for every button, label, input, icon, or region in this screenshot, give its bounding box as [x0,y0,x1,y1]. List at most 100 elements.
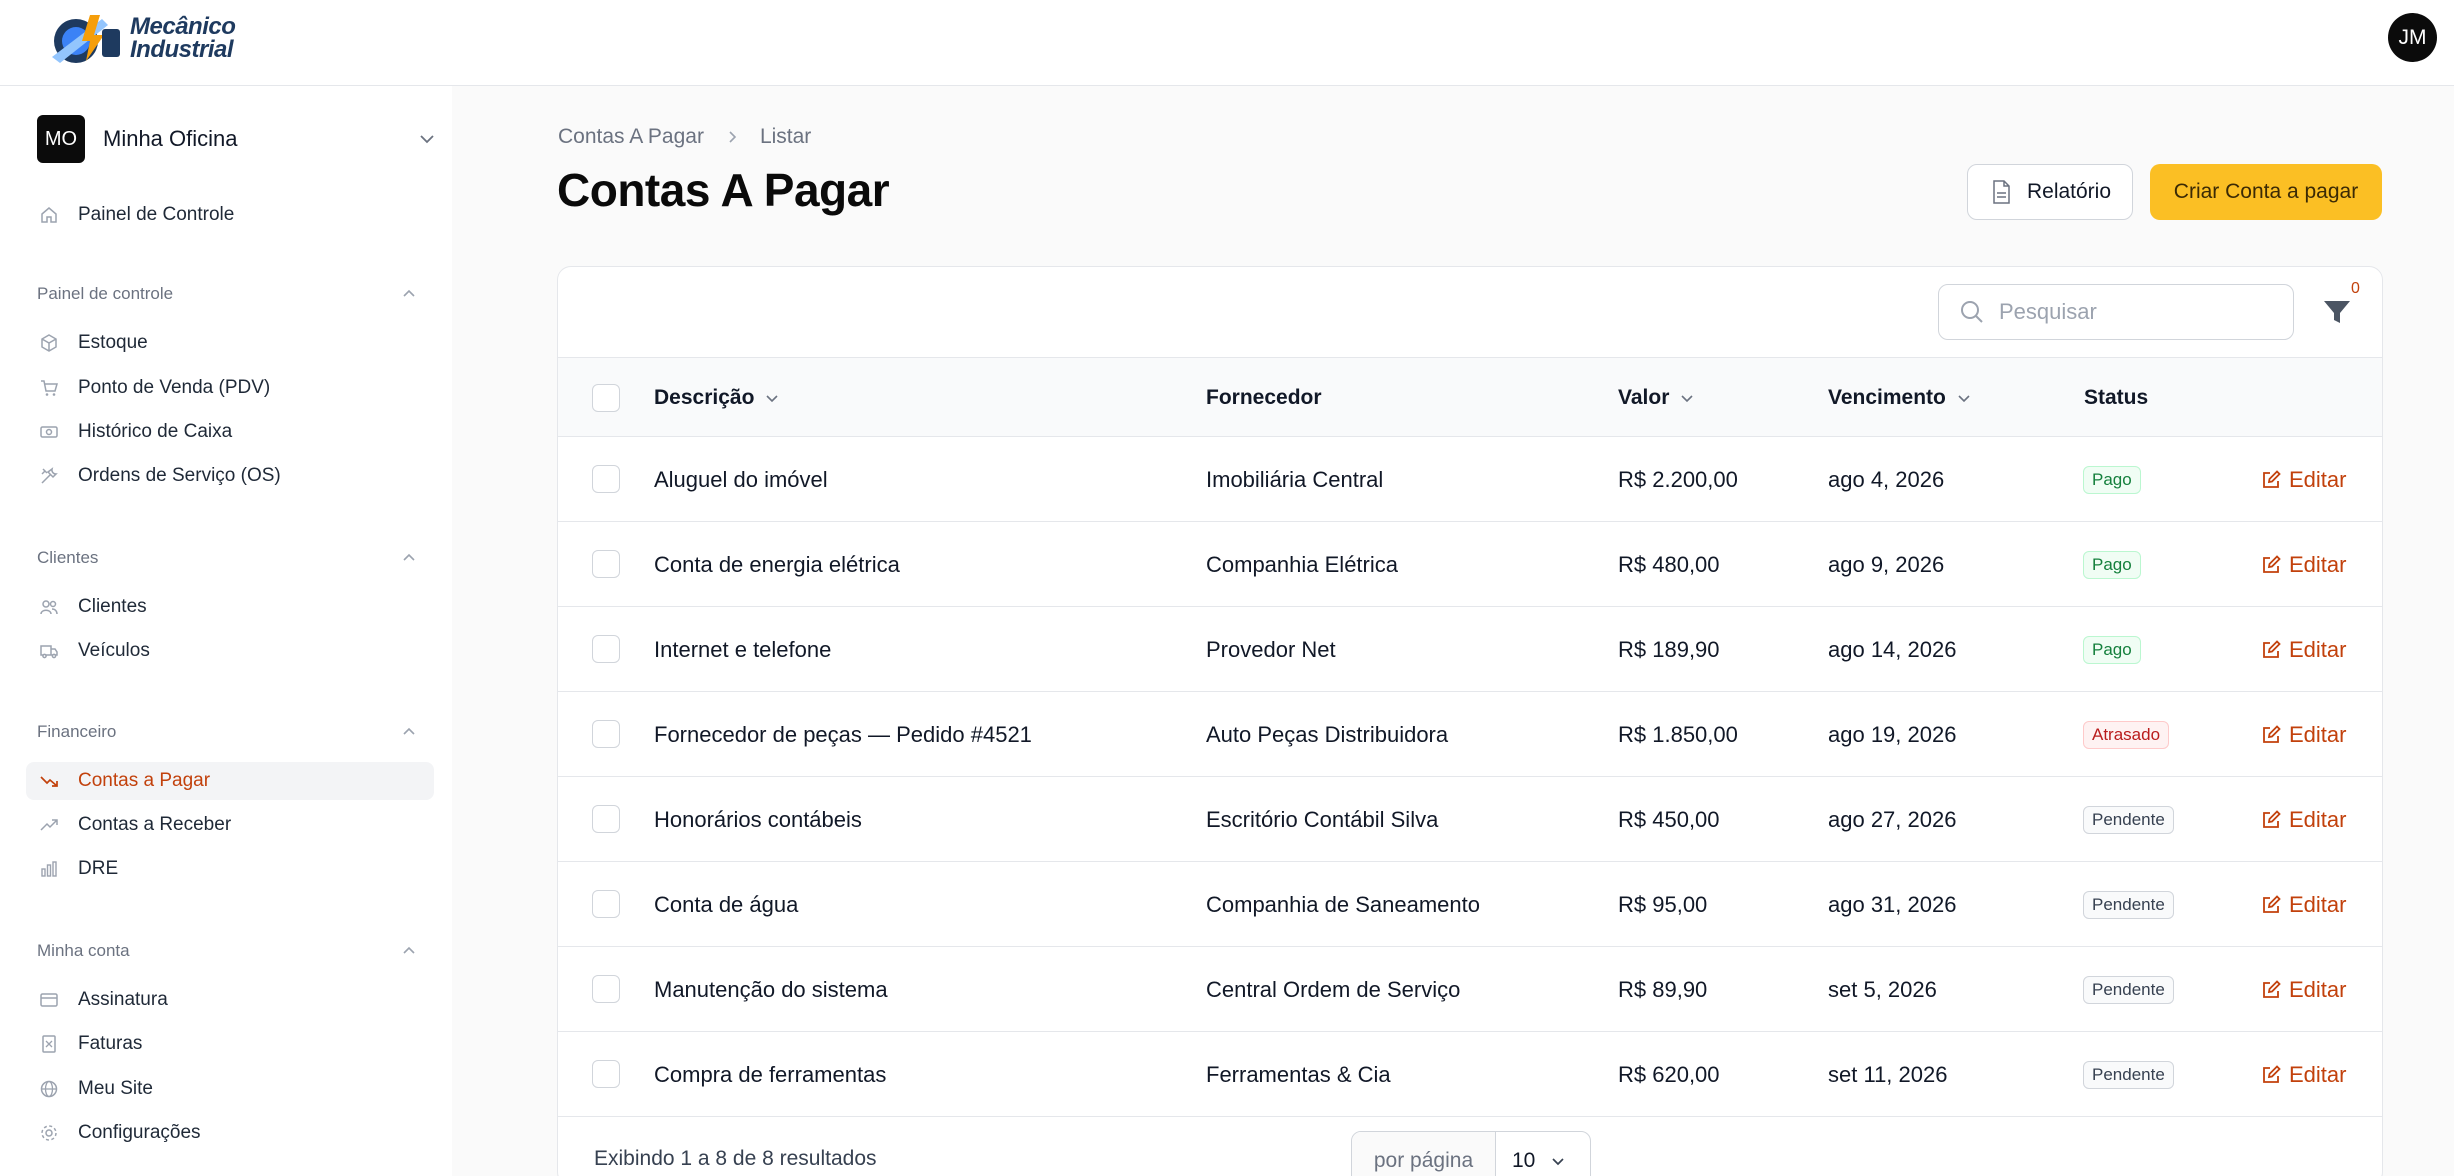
sidebar-item-ordens-servico[interactable]: Ordens de Serviço (OS) [26,457,434,495]
chevron-down-icon [766,395,778,403]
nav-group-minha-conta[interactable]: Minha conta [37,939,417,963]
table-row[interactable]: Honorários contábeis Escritório Contábil … [558,777,2382,862]
sidebar-item-estoque[interactable]: Estoque [26,324,434,362]
truck-icon [38,640,60,662]
sidebar-item-faturas[interactable]: Faturas [26,1025,434,1063]
bills-table-card: 0 Descrição Fornecedor Valor Vencimento … [557,266,2383,1176]
tenant-name: Minha Oficina [103,126,238,151]
sidebar-item-dre[interactable]: DRE [26,850,434,888]
table-header: Descrição Fornecedor Valor Vencimento St… [558,357,2382,438]
box-icon [38,332,60,354]
chevron-up-icon [403,289,415,297]
cell-vencimento: ago 14, 2026 [1828,636,1957,662]
tenant-switcher[interactable]: MO Minha Oficina [37,115,447,163]
cell-valor: R$ 480,00 [1618,551,1720,577]
cell-status: Pendente [2083,777,2174,862]
sidebar-item-label: Painel de Controle [78,204,235,225]
sidebar-item-historico-caixa[interactable]: Histórico de Caixa [26,413,434,451]
row-checkbox[interactable] [592,465,620,493]
sidebar-item-meu-site[interactable]: Meu Site [26,1070,434,1108]
cell-valor: R$ 1.850,00 [1618,721,1738,747]
table-row[interactable]: Internet e telefone Provedor Net R$ 189,90… [558,607,2382,692]
edit-label: Editar [2289,636,2347,662]
edit-button[interactable]: Editar [2261,607,2346,692]
logo-text: Mecânico Industrial [130,13,236,63]
status-badge: Pendente [2083,1060,2174,1089]
edit-label: Editar [2289,466,2347,492]
cell-status: Pago [2083,522,2141,607]
breadcrumb: Contas A Pagar Listar [558,125,811,149]
status-badge: Pago [2083,635,2141,664]
table-row[interactable]: Manutenção do sistema Central Ordem de Se… [558,947,2382,1032]
cell-vencimento: ago 27, 2026 [1828,806,1957,832]
row-checkbox[interactable] [592,805,620,833]
select-all-checkbox[interactable] [592,384,620,412]
results-summary: Exibindo 1 a 8 de 8 resultados [594,1147,877,1170]
chevron-up-icon [403,553,415,561]
cell-descricao: Compra de ferramentas [654,1061,887,1087]
edit-button[interactable]: Editar [2261,522,2346,607]
edit-button[interactable]: Editar [2261,947,2346,1032]
search-icon [1961,301,1983,323]
logo[interactable]: Mecânico Industrial [42,8,236,68]
sidebar-item-configuracoes[interactable]: Configurações [26,1114,434,1152]
gear-icon [38,1122,60,1144]
create-bill-button[interactable]: Criar Conta a pagar [2150,164,2382,220]
sidebar-item-contas-a-receber[interactable]: Contas a Receber [26,806,434,844]
edit-icon [2263,979,2281,998]
cell-status: Pendente [2083,947,2174,1032]
row-checkbox[interactable] [592,1060,620,1088]
edit-label: Editar [2289,1061,2347,1087]
nav-group-painel[interactable]: Painel de controle [37,282,417,306]
search-input[interactable] [1999,299,2279,325]
cell-vencimento: ago 9, 2026 [1828,551,1945,577]
credit-card-icon [38,989,60,1011]
globe-icon [38,1078,60,1100]
edit-button[interactable]: Editar [2261,437,2346,522]
nav-group-financeiro[interactable]: Financeiro [37,720,417,744]
logo-icon [52,15,120,63]
nav-group-clientes[interactable]: Clientes [37,546,417,570]
edit-icon [2263,1064,2281,1083]
sidebar-item-pdv[interactable]: Ponto de Venda (PDV) [26,369,434,407]
row-checkbox[interactable] [592,550,620,578]
edit-button[interactable]: Editar [2261,692,2346,777]
cell-fornecedor: Central Ordem de Serviço [1206,976,1461,1002]
per-page-value[interactable]: 10 [1496,1132,1590,1176]
invoice-icon [38,1033,60,1055]
report-button[interactable]: Relatório [1967,164,2133,220]
column-header-valor[interactable]: Valor [1618,358,1695,438]
edit-button[interactable]: Editar [2261,777,2346,862]
column-header-vencimento[interactable]: Vencimento [1828,358,1972,438]
sidebar-item-contas-a-pagar[interactable]: Contas a Pagar [26,762,434,800]
edit-label: Editar [2289,551,2347,577]
table-row[interactable]: Fornecedor de peças — Pedido #4521 Auto P… [558,692,2382,777]
row-checkbox[interactable] [592,635,620,663]
cell-descricao: Conta de água [654,891,799,917]
row-checkbox[interactable] [592,890,620,918]
search-box[interactable] [1938,284,2294,340]
edit-button[interactable]: Editar [2261,1032,2346,1117]
top-bar: Mecânico Industrial JM [0,0,2454,86]
table-row[interactable]: Aluguel do imóvel Imobiliária Central R$ 2… [558,437,2382,522]
sidebar-item-clientes[interactable]: Clientes [26,588,434,626]
sidebar-item-veiculos[interactable]: Veículos [26,632,434,670]
row-checkbox[interactable] [592,720,620,748]
status-badge: Pago [2083,465,2141,494]
column-header-descricao[interactable]: Descrição [654,358,780,438]
user-avatar[interactable]: JM [2388,13,2437,62]
table-row[interactable]: Conta de energia elétrica Companhia Elétr… [558,522,2382,607]
row-checkbox[interactable] [592,975,620,1003]
sidebar-item-assinatura[interactable]: Assinatura [26,981,434,1019]
table-row[interactable]: Compra de ferramentas Ferramentas & Cia R$… [558,1032,2382,1117]
edit-button[interactable]: Editar [2261,862,2346,947]
breadcrumb-parent[interactable]: Contas A Pagar [558,125,704,149]
edit-label: Editar [2289,891,2347,917]
column-header-status: Status [2084,386,2149,409]
sidebar-item-painel-de-controle[interactable]: Painel de Controle [26,196,434,234]
table-row[interactable]: Conta de água Companhia de Saneamento R$ 9… [558,862,2382,947]
cell-fornecedor: Auto Peças Distribuidora [1206,721,1449,747]
filter-icon[interactable] [2320,295,2354,329]
cell-status: Pendente [2083,862,2174,947]
per-page-select[interactable]: por página 10 [1351,1131,1591,1176]
